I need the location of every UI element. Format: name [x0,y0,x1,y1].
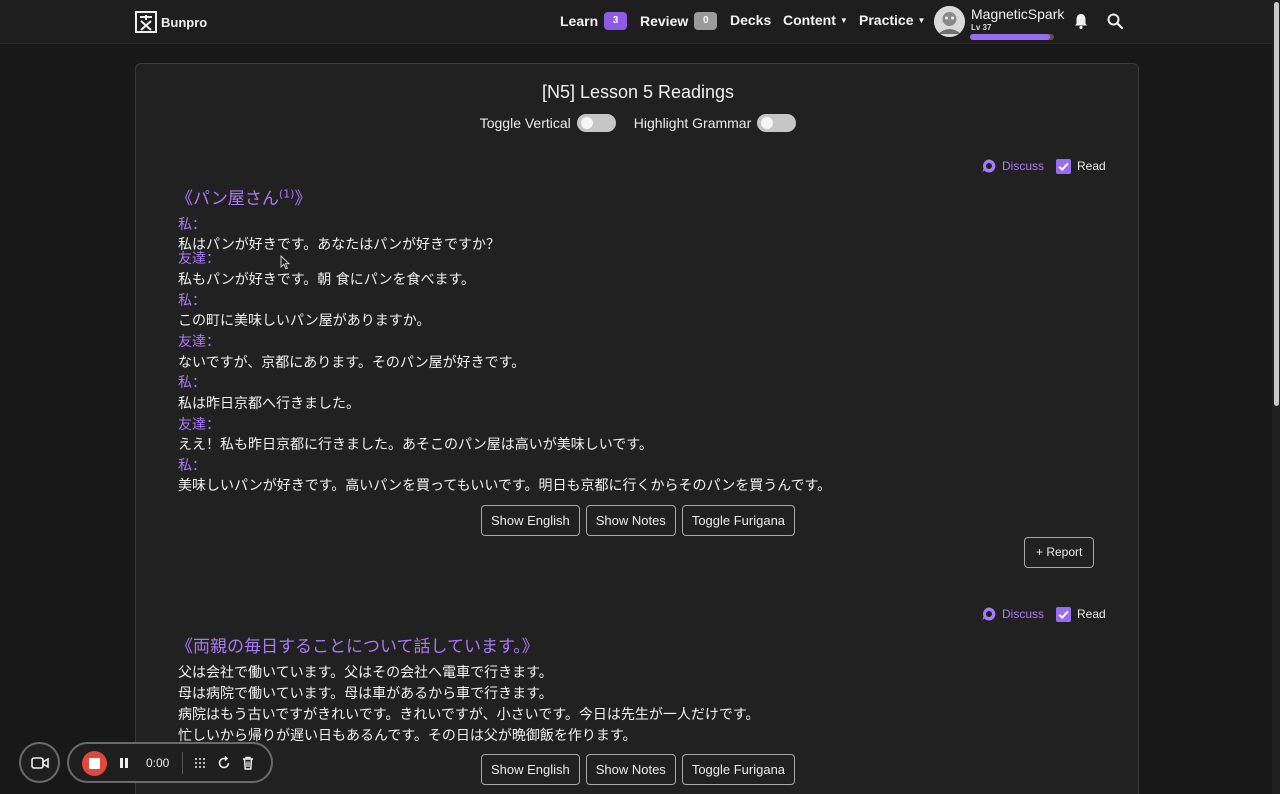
nav-content-dropdown[interactable]: Content ▼ [783,12,848,28]
discuss-label: Discuss [1002,159,1045,173]
speaker-label: 私： [178,217,206,233]
reading-2-meta: Discuss Read [981,606,1106,622]
chevron-down-icon: ▼ [917,15,926,25]
nav-decks-label: Decks [730,12,772,28]
recording-timer: 0:00 [146,756,170,770]
chevron-down-icon: ▼ [839,15,848,25]
toggle-vertical-label: Toggle Vertical [479,115,571,131]
reading-line: この町に美味しいパン屋がありますか。 [178,313,431,329]
chat-bubble-icon [982,607,996,621]
speaker-label: 私： [178,293,206,309]
toggle-furigana-button[interactable]: Toggle Furigana [681,505,796,536]
page-title: [N5] Lesson 5 Readings [541,82,735,102]
show-english-button[interactable]: Show English [480,505,580,536]
trash-icon[interactable] [240,755,256,771]
reading-1-meta: Discuss Read [981,158,1106,174]
page-scrollbar-thumb[interactable] [1274,2,1279,406]
reading-1-title-note[interactable]: (1) [279,187,295,200]
stop-recording-button[interactable] [82,751,107,776]
review-count-badge: 0 [694,12,718,30]
username: MagneticSpark [971,6,1065,22]
speaker-label: 友達： [178,417,220,433]
read-label: Read [1077,159,1106,173]
reading-1-title-text: 《パン屋さん [176,189,279,209]
reading-1-title: 《パン屋さん(1)》 [176,184,311,209]
speaker-label: 友達： [178,251,220,267]
reading-2-title: 《両親の毎日することについて話しています。》 [176,637,539,657]
speaker-label: 私： [178,375,206,391]
bell-icon[interactable] [1072,12,1090,30]
nav-review-label: Review [640,13,689,29]
read-checkbox[interactable] [1056,158,1072,174]
report-button[interactable]: + Report [1024,537,1095,568]
pause-icon[interactable] [116,755,132,771]
user-level: Lv 37 [971,23,992,32]
nav-content-label: Content [783,12,836,28]
reading-line: 病院はもう古いですがきれいです。きれいですが、小さいです。今日は先生が一人だけで… [178,707,760,723]
learn-count-badge: 3 [604,12,628,30]
highlight-grammar-switch[interactable] [757,114,797,132]
readings-card: [N5] Lesson 5 Readings Toggle Vertical H… [135,63,1139,794]
nav-practice-label: Practice [859,12,914,28]
nav-review[interactable]: Review 0 [640,12,718,30]
reading-line: ええ！私も昨日京都に行きました。あそこのパン屋は高いが美味しいです。 [178,437,653,453]
brand-logo[interactable]: Bunpro [135,11,207,33]
search-icon[interactable] [1106,12,1124,30]
reading-line: 母は病院で働いています。母は車があるから車で行きます。 [178,686,553,702]
show-english-button[interactable]: Show English [480,754,580,785]
reading-line: ないですが、京都にあります。そのパン屋が好きです。 [178,355,526,371]
chat-bubble-icon [982,159,996,173]
discuss-link[interactable]: Discuss [981,606,1044,622]
video-camera-icon [31,757,49,769]
nav-learn[interactable]: Learn 3 [560,12,628,30]
reading-line: 父は会社で働いています。父はその会社へ電車で行きます。 [178,665,553,681]
recording-controls: 0:00 [67,742,273,783]
brand-name: Bunpro [161,14,208,30]
discuss-label: Discuss [1002,607,1045,621]
checkmark-icon [1058,610,1069,619]
view-toggles: Toggle Vertical Highlight Grammar [136,114,1140,132]
reading-line: 私はパンが好きです。あなたはパンが好きですか？ [178,237,500,253]
avatar [934,6,965,37]
highlight-grammar-label: Highlight Grammar [633,115,752,131]
speaker-label: 私： [178,458,206,474]
level-progress-bar [970,34,1054,40]
nav-practice-dropdown[interactable]: Practice ▼ [859,12,925,28]
show-notes-button[interactable]: Show Notes [585,754,676,785]
divider [182,752,183,774]
nav-learn-label: Learn [560,13,599,29]
show-notes-button[interactable]: Show Notes [585,505,676,536]
reading-line: 美味しいパンが好きです。高いパンを買ってもいいです。明日も京都に行くからそのパン… [178,478,832,494]
reading-line: 私もパンが好きです。朝 食にパンを食べます。 [178,272,476,288]
reading-2-actions: Show English Show Notes Toggle Furigana [136,754,1140,785]
toggle-vertical-switch[interactable] [576,114,616,132]
discuss-link[interactable]: Discuss [981,158,1044,174]
bunpro-logo-icon [135,11,157,33]
avatar-icon [934,6,965,37]
level-progress-fill [970,34,1050,40]
reading-line: 私は昨日京都へ行きました。 [178,396,360,412]
top-navigation-bar: Bunpro Learn 3 Review 0 Decks Content ▼ … [0,0,1272,44]
reading-1-title-end: 》 [294,189,312,209]
read-label: Read [1077,607,1106,621]
read-checkbox[interactable] [1056,606,1072,622]
mouse-cursor-icon [280,255,290,270]
camera-toggle-button[interactable] [19,742,60,783]
grid-dots-icon[interactable] [192,755,208,771]
reading-1-actions: Show English Show Notes Toggle Furigana [136,505,1140,536]
speaker-label: 友達： [178,334,220,350]
toggle-furigana-button[interactable]: Toggle Furigana [681,754,796,785]
restart-icon[interactable] [216,755,232,771]
checkmark-icon [1058,162,1069,171]
nav-decks[interactable]: Decks [730,12,771,28]
